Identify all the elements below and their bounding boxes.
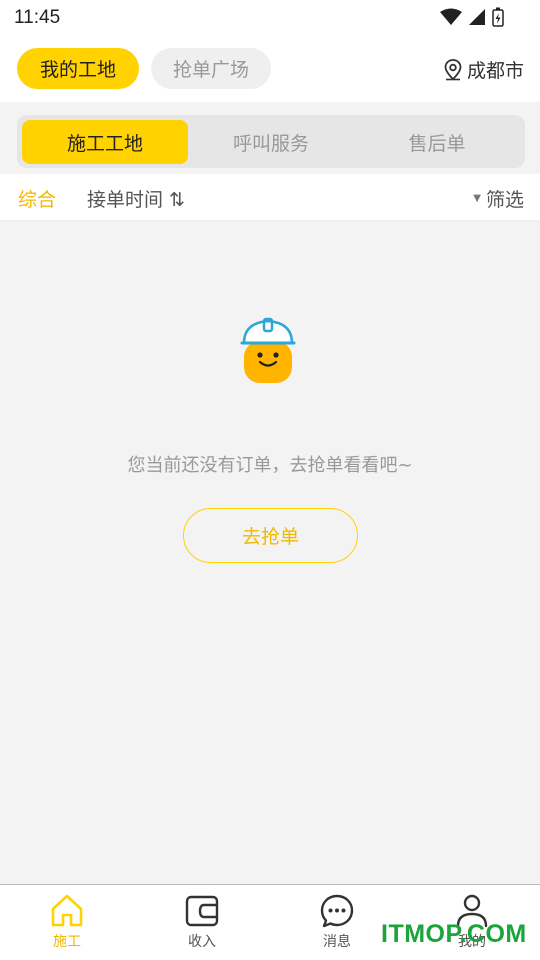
filter-screen-label: 筛选 — [485, 189, 524, 211]
signal-icon — [469, 9, 485, 25]
wallet-icon — [185, 895, 219, 927]
segment-call-service[interactable]: 呼叫服务 — [188, 120, 354, 164]
header: 我的工地 抢单广场 成都市 — [0, 36, 540, 102]
segment-wrapper: 施工工地 呼叫服务 售后单 — [0, 102, 540, 174]
location-pin-icon — [444, 58, 462, 80]
message-icon — [320, 894, 354, 928]
segment-after-sales[interactable]: 售后单 — [354, 120, 520, 164]
tab-label-income: 收入 — [188, 934, 216, 950]
status-bar: 11:45 — [0, 0, 540, 36]
location-selector[interactable]: 成都市 — [443, 56, 524, 83]
filter-sort-default[interactable]: 综合 — [18, 185, 56, 212]
battery-icon — [492, 7, 504, 27]
worker-helmet-icon — [240, 317, 296, 383]
tab-messages[interactable]: 消息 — [297, 893, 377, 951]
segment-control: 施工工地 呼叫服务 售后单 — [17, 115, 525, 168]
tab-construction[interactable]: 施工 — [27, 893, 107, 951]
tab-my-sites[interactable]: 我的工地 — [17, 48, 139, 89]
wifi-icon — [440, 8, 462, 25]
tab-order-plaza[interactable]: 抢单广场 — [151, 48, 271, 89]
triangle-down-icon: ▼ — [473, 193, 481, 204]
empty-message: 您当前还没有订单，去抢单看看吧~ — [127, 455, 413, 476]
tab-label-messages: 消息 — [323, 934, 351, 950]
tab-income[interactable]: 收入 — [162, 893, 242, 951]
tab-label-construction: 施工 — [53, 934, 81, 950]
segment-construction-site[interactable]: 施工工地 — [22, 120, 188, 164]
watermark: ITMOP.COM — [381, 920, 527, 948]
filter-bar: 综合 接单时间 ⇅ ▼ 筛选 — [0, 174, 540, 221]
home-icon — [51, 894, 83, 927]
location-label: 成都市 — [466, 60, 524, 82]
go-grab-order-button[interactable]: 去抢单 — [183, 508, 358, 563]
filter-screen-button[interactable]: ▼ 筛选 — [473, 185, 524, 212]
status-icons — [440, 7, 504, 27]
status-time: 11:45 — [14, 7, 61, 28]
filter-sort-time[interactable]: 接单时间 ⇅ — [87, 185, 185, 212]
